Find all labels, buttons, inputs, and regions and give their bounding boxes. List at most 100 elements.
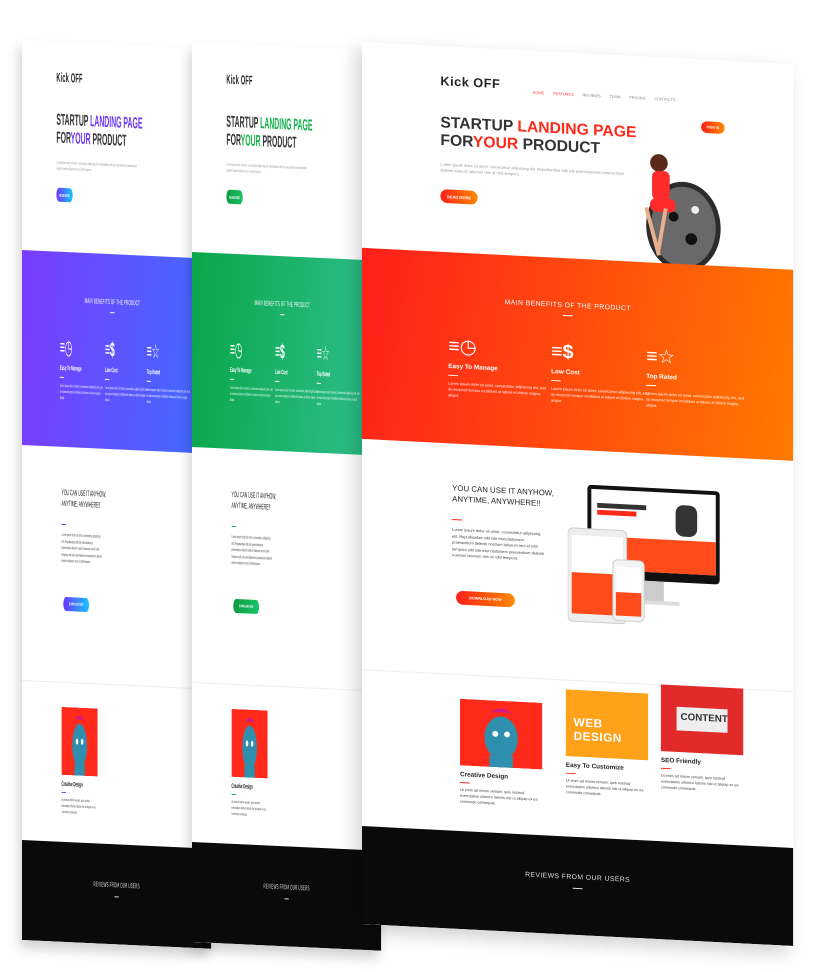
benefit-text: Lorem ipsum dolor sit amet, consectetur … (146, 387, 190, 405)
card-title: SEO Friendly (660, 756, 701, 766)
hero-title: STARTUP LANDING PAGE FORYOUR PRODUCT (440, 114, 637, 158)
card-title: Easy To Customize (565, 761, 624, 772)
benefit-title: Top Rated (646, 373, 677, 382)
main-nav: HOME FEATURES REVIEWS TEAM PRICING CONTA… (533, 90, 676, 102)
benefit-underline (448, 374, 459, 377)
benefits-underline (280, 314, 285, 316)
reviews-section: REVIEWS FROM OUR USERS (22, 840, 212, 949)
benefit-text: Lorem ipsum dolor sit amet, consectetur … (274, 387, 318, 405)
read-more-button[interactable]: READ MORE (56, 187, 73, 203)
landing-page-orange: Kick OFF HOME FEATURES REVIEWS TEAM PRIC… (362, 42, 794, 946)
card-creative-design: Creative Design Ut enim ad minim veniam,… (61, 706, 98, 817)
benefit-underline (274, 380, 280, 383)
nav-cta-button[interactable]: SIGN IN (701, 121, 725, 134)
read-more-button[interactable]: READ MORE (226, 189, 243, 205)
card-title: Creative Design (61, 780, 83, 789)
benefit-title: Top Rated (146, 368, 161, 377)
reviews-underline (114, 896, 119, 898)
clock-icon: ≡◷ (229, 338, 243, 362)
benefit-low-cost: ≡$ Low Cost Lorem ipsum dolor sit amet, … (274, 340, 318, 407)
logo[interactable]: Kick OFF (56, 70, 82, 86)
download-now-button[interactable]: DOWNLOAD NOW (63, 596, 90, 613)
card-creative-design: Creative Design Ut enim ad minim veniam,… (460, 698, 543, 809)
card-text: Ut enim ad minim veniam, quis nostrud ex… (565, 778, 644, 797)
benefit-top-rated: ≡☆ Top Rated Lorem ipsum dolor sit amet,… (146, 341, 190, 407)
card-text: Ut enim ad minim veniam, quis nostrud ex… (660, 773, 739, 792)
benefit-text: Lorem ipsum dolor sit amet, consectetur … (229, 385, 273, 402)
dollar-icon: ≡$ (104, 338, 115, 362)
benefit-title: Top Rated (316, 370, 331, 379)
hero-title: STARTUP LANDING PAGE FORYOUR PRODUCT (226, 113, 313, 152)
reviews-underline (572, 887, 583, 890)
benefit-underline (646, 384, 656, 387)
use-anywhere-text: Lorem ipsum dolor sit amet, consectetur … (452, 526, 544, 561)
benefit-title: Easy To Manage (59, 364, 82, 373)
benefit-text: Lorem ipsum dolor sit amet, consectetur … (104, 385, 148, 403)
benefits-title: MAIN BENEFITS OF THE PRODUCT (254, 299, 311, 310)
creative-design-image (460, 698, 543, 770)
benefits-underline (110, 312, 115, 314)
hero-subtitle: Lorem ipsum dolor sit amet, consectetur … (440, 161, 625, 177)
card-title: Creative Design (231, 782, 253, 791)
benefit-top-rated: ≡☆ Top Rated Lorem ipsum dolor sit amet,… (646, 346, 744, 414)
benefit-easy-to-manage: ≡◷ Easy To Manage Lorem ipsum dolor sit … (59, 336, 103, 403)
download-now-button[interactable]: DOWNLOAD NOW (233, 598, 260, 615)
device-mockup-image (567, 484, 720, 625)
benefit-top-rated: ≡☆ Top Rated Lorem ipsum dolor sit amet,… (316, 343, 360, 409)
benefits-band: MAIN BENEFITS OF THE PRODUCT ≡◷ Easy To … (192, 252, 382, 456)
clock-icon: ≡◷ (59, 336, 73, 360)
benefit-underline (104, 378, 110, 381)
nav-contacts[interactable]: CONTACTS (654, 96, 675, 102)
hero-subtitle: Lorem ipsum dolor sit amet, consectetur … (56, 159, 137, 173)
reviews-section: REVIEWS FROM OUR USERS (362, 826, 794, 946)
hero-subtitle: Lorem ipsum dolor sit amet, consectetur … (226, 161, 307, 175)
download-now-button[interactable]: DOWNLOAD NOW (456, 590, 515, 608)
benefit-underline (146, 380, 151, 382)
benefits-band: MAIN BENEFITS OF THE PRODUCT ≡◷ Easy To … (22, 250, 212, 454)
mockup-stage: Kick OFF HOME FEATURES REVIEWS TEAM PRIC… (0, 0, 820, 972)
landing-page-green: Kick OFF HOME FEATURES REVIEWS TEAM PRIC… (192, 42, 382, 951)
nav-home[interactable]: HOME (533, 90, 545, 96)
read-more-button[interactable]: READ MORE (440, 189, 478, 205)
benefit-easy-to-manage: ≡◷ Easy To Manage Lorem ipsum dolor sit … (448, 336, 546, 404)
logo[interactable]: Kick OFF (226, 72, 252, 88)
benefit-title: Low Cost (551, 368, 580, 377)
benefit-underline (316, 382, 321, 384)
hero-model-image (644, 154, 721, 273)
use-underline (231, 525, 236, 528)
use-underline (452, 518, 462, 521)
landing-page-purple: Kick OFF HOME FEATURES REVIEWS TEAM PRIC… (22, 40, 212, 949)
card-text: Ut enim ad minim veniam, quis nostrud ex… (61, 797, 96, 815)
benefit-text: Lorem ipsum dolor sit amet, consectetur … (448, 381, 546, 398)
card-underline (460, 782, 470, 784)
benefit-underline (551, 379, 561, 382)
reviews-underline (284, 898, 289, 900)
web-design-image-text: WEB DESIGN (573, 715, 622, 746)
use-anywhere-text: Lorem ipsum dolor sit amet, consectetur … (61, 531, 102, 565)
nav-team[interactable]: TEAM (609, 94, 620, 99)
benefit-low-cost: ≡$ Low Cost Lorem ipsum dolor sit amet, … (551, 341, 649, 409)
benefits-underline (562, 314, 573, 317)
card-easy-to-customize: WEB DESIGN Easy To Customize Ut enim ad … (565, 689, 649, 799)
benefit-text: Lorem ipsum dolor sit amet, consectetur … (316, 389, 360, 407)
benefit-title: Easy To Manage (229, 366, 252, 375)
use-anywhere-title: YOU CAN USE IT ANYHOW, ANYTIME, ANYWHERE… (231, 489, 277, 512)
clock-icon: ≡◷ (448, 335, 477, 359)
dollar-icon: ≡$ (274, 340, 285, 364)
web-design-image: WEB DESIGN (565, 689, 649, 761)
benefit-text: Lorem ipsum dolor sit amet, consectetur … (59, 383, 103, 400)
nav-pricing[interactable]: PRICING (629, 95, 645, 101)
card-seo-friendly: CONTENT SEO Friendly Ut enim ad minim ve… (660, 684, 744, 794)
logo[interactable]: Kick OFF (440, 73, 500, 91)
use-underline (61, 523, 66, 526)
reviews-section: REVIEWS FROM OUR USERS (192, 842, 382, 951)
use-anywhere-text: Lorem ipsum dolor sit amet, consectetur … (231, 533, 272, 567)
reviews-title: REVIEWS FROM OUR USERS (263, 883, 310, 893)
benefit-title: Low Cost (104, 366, 118, 375)
card-creative-design: Creative Design Ut enim ad minim veniam,… (231, 708, 268, 819)
section-divider (22, 680, 212, 690)
creative-design-image (231, 708, 268, 779)
content-puzzle-image: CONTENT (660, 684, 744, 756)
nav-features[interactable]: FEATURES (553, 91, 574, 97)
nav-reviews[interactable]: REVIEWS (583, 92, 601, 98)
